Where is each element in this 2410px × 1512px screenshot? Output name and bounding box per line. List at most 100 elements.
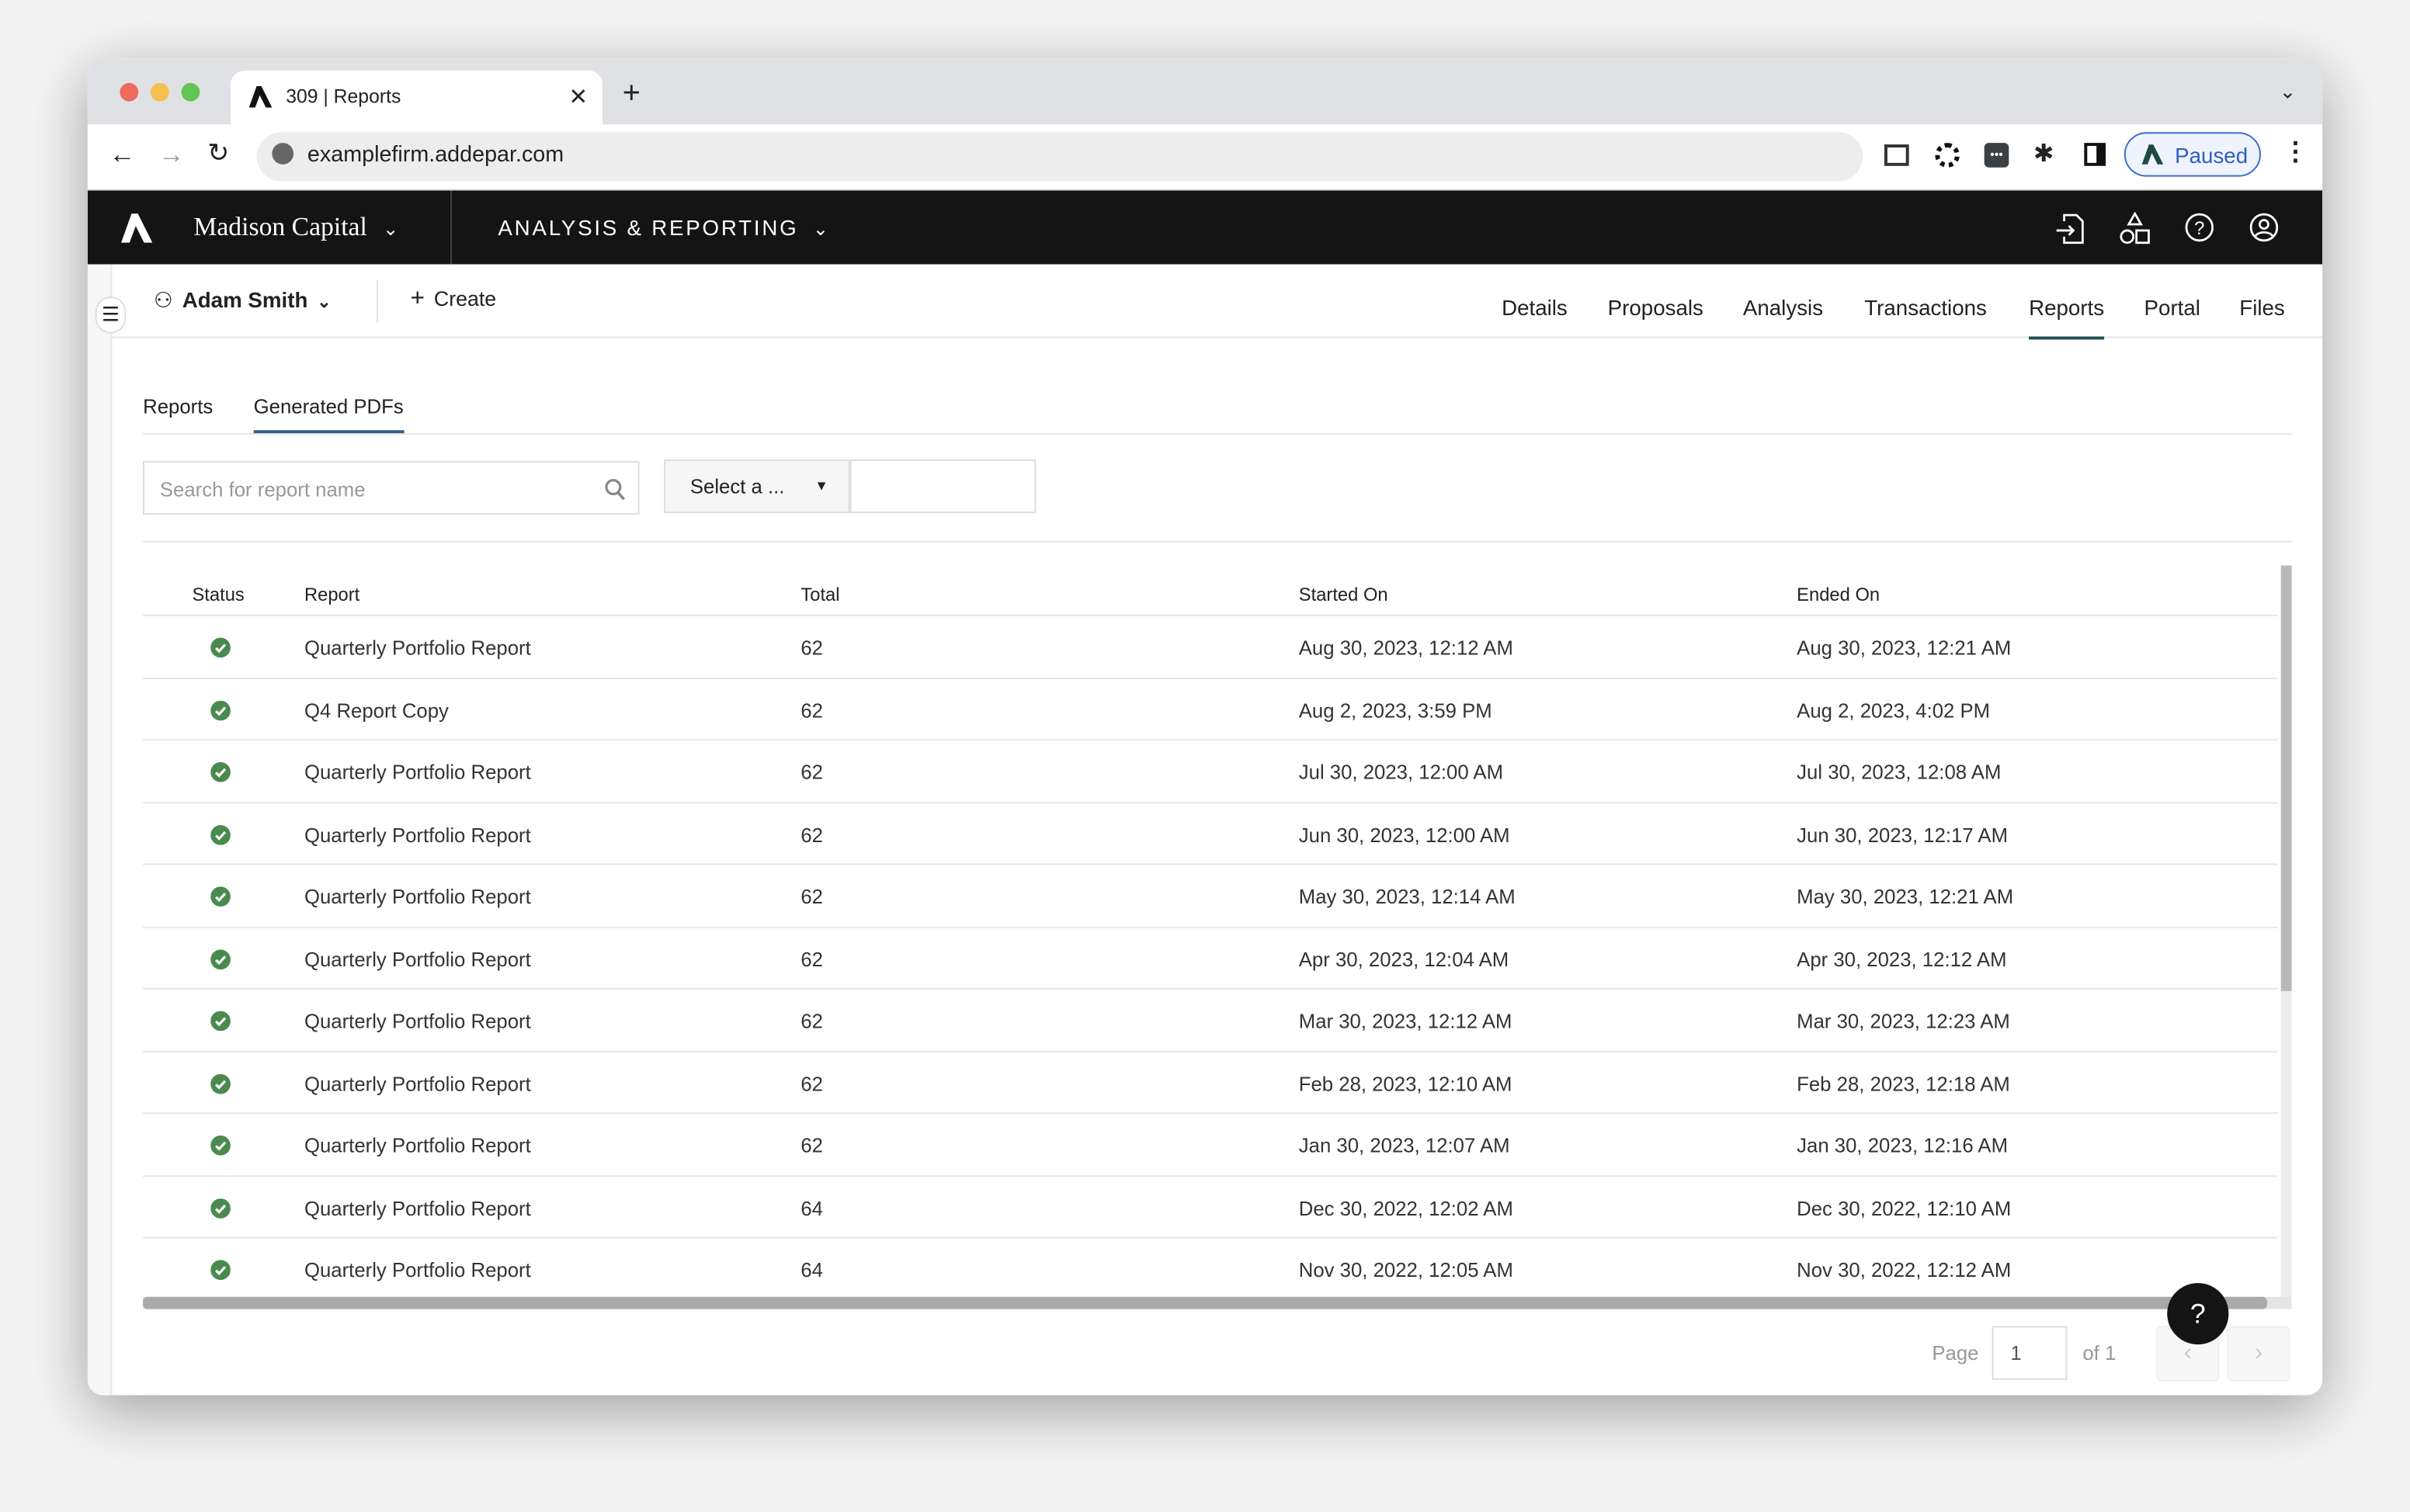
report-name[interactable]: Q4 Report Copy [304,699,449,722]
nav-analysis[interactable]: Analysis [1743,264,1823,338]
report-total: 62 [800,698,824,722]
ended-on: Jan 30, 2023, 12:16 AM [1797,1133,2009,1157]
page-number: 1 [2010,1341,2022,1365]
column-header-report[interactable]: Report [304,584,359,605]
filter-value-input[interactable] [849,459,1037,514]
ended-on: Aug 30, 2023, 12:21 AM [1797,636,2012,660]
report-name[interactable]: Quarterly Portfolio Report [304,1072,531,1095]
success-check-icon [210,1073,231,1094]
chevron-down-icon: ⌄ [383,218,399,240]
table-row[interactable]: Quarterly Portfolio Report 62 Jul 30, 20… [143,740,2278,803]
entity-subheader: ⚇ Adam Smith ⌄ + Create Details Proposals A… [112,264,2323,340]
password-manager-icon[interactable]: ••• [1984,143,2009,168]
profile-paused-button[interactable]: Paused [2124,132,2261,177]
table-row[interactable]: Quarterly Portfolio Report 64 Dec 30, 20… [143,1176,2278,1239]
back-icon[interactable]: ← [109,140,136,171]
subtab-generated-pdfs[interactable]: Generated PDFs [253,395,404,434]
page-number-input[interactable]: 1 [1992,1326,2068,1380]
new-tab-button[interactable]: + [623,77,641,113]
column-header-started-on[interactable]: Started On [1299,584,1388,605]
report-name[interactable]: Quarterly Portfolio Report [304,947,531,970]
nav-portal[interactable]: Portal [2144,264,2200,338]
site-info-icon[interactable] [272,143,294,165]
reload-icon[interactable]: ↻ [207,138,229,169]
table-row[interactable]: Quarterly Portfolio Report 62 Aug 30, 20… [143,616,2278,678]
screenshot-icon[interactable] [1884,144,1909,166]
table-row[interactable]: Quarterly Portfolio Report 62 Jun 30, 20… [143,803,2278,865]
module-switcher[interactable]: ANALYSIS & REPORTING ⌄ [498,215,830,240]
report-name[interactable]: Quarterly Portfolio Report [304,1258,531,1281]
shapes-icon[interactable] [2120,212,2151,246]
table-row[interactable]: Quarterly Portfolio Report 64 Nov 30, 20… [143,1239,2278,1295]
maximize-window-button[interactable] [181,82,200,102]
report-total: 62 [800,823,824,846]
create-button[interactable]: + Create [411,286,497,314]
forward-icon[interactable]: → [158,140,185,171]
user-account-icon[interactable] [2249,212,2280,243]
report-name[interactable]: Quarterly Portfolio Report [304,885,531,908]
browser-menu-icon[interactable]: ⋮ [2283,137,2309,168]
nav-proposals[interactable]: Proposals [1608,264,1703,338]
extension-sun-icon[interactable] [1935,143,1960,168]
help-chat-button[interactable]: ? [2167,1282,2229,1345]
search-placeholder: Search for report name [159,477,366,501]
next-page-button[interactable]: › [2227,1326,2290,1382]
table-row[interactable]: Quarterly Portfolio Report 62 Apr 30, 20… [143,928,2278,990]
column-header-ended-on[interactable]: Ended On [1797,584,1880,605]
ended-on: Dec 30, 2022, 12:10 AM [1797,1196,2012,1219]
started-on: Dec 30, 2022, 12:02 AM [1298,1196,1513,1219]
create-label: Create [433,287,497,310]
url-text: examplefirm.addepar.com [307,143,564,168]
addepar-logo[interactable] [116,213,156,243]
report-name[interactable]: Quarterly Portfolio Report [304,1196,531,1219]
report-search-input[interactable]: Search for report name [143,460,640,515]
success-check-icon [210,1011,231,1032]
tab-list-chevron-icon[interactable]: ⌄ [2280,80,2297,105]
report-name[interactable]: Quarterly Portfolio Report [304,1134,531,1157]
vertical-scrollbar-thumb[interactable] [2280,565,2292,991]
ended-on: Nov 30, 2022, 12:12 AM [1797,1258,2012,1281]
firm-switcher[interactable]: Madison Capital ⌄ [193,212,398,243]
horizontal-scrollbar-thumb[interactable] [143,1296,2267,1309]
started-on: Jun 30, 2023, 12:00 AM [1298,823,1510,846]
nav-transactions[interactable]: Transactions [1864,264,1987,338]
table-row[interactable]: Q4 Report Copy 62 Aug 2, 2023, 3:59 PM A… [143,678,2278,741]
divider [377,279,378,323]
browser-tab[interactable]: 309 | Reports ✕ [230,71,603,125]
table-row[interactable]: Quarterly Portfolio Report 62 Mar 30, 20… [143,990,2278,1053]
nav-files[interactable]: Files [2239,264,2285,338]
report-name[interactable]: Quarterly Portfolio Report [304,1010,531,1033]
success-check-icon [210,1198,231,1218]
help-icon[interactable]: ? [2184,212,2215,243]
divider [143,540,2292,543]
subtab-reports[interactable]: Reports [143,395,213,418]
side-panel-icon[interactable] [2084,143,2106,166]
close-tab-icon[interactable]: ✕ [568,83,588,111]
import-file-icon[interactable] [2055,212,2086,246]
ended-on: Jul 30, 2023, 12:08 AM [1797,760,2002,784]
column-header-status[interactable]: Status [192,584,244,605]
vertical-scrollbar[interactable] [2280,565,2292,1299]
table-row[interactable]: Quarterly Portfolio Report 62 May 30, 20… [143,865,2278,928]
user-switcher[interactable]: ⚇ Adam Smith ⌄ [154,287,332,314]
profile-label: Paused [2175,143,2249,168]
minimize-window-button[interactable] [151,82,169,102]
extensions-puzzle-icon[interactable]: ✱ [2033,138,2054,169]
page-label: Page [1932,1341,1979,1365]
caret-down-icon: ▼ [814,477,828,494]
close-window-button[interactable] [120,82,139,102]
report-name[interactable]: Quarterly Portfolio Report [304,823,531,846]
filter-select[interactable]: Select a ... ▼ [664,459,850,514]
success-check-icon [210,637,231,658]
report-name[interactable]: Quarterly Portfolio Report [304,636,531,660]
nav-reports[interactable]: Reports [2029,264,2105,340]
horizontal-scrollbar[interactable] [143,1296,2292,1309]
table-row[interactable]: Quarterly Portfolio Report 62 Feb 28, 20… [143,1052,2278,1115]
browser-window: 309 | Reports ✕ + ⌄ ← → ↻ examplefirm.ad… [87,58,2323,1396]
address-bar[interactable]: examplefirm.addepar.com [256,132,1863,182]
report-name[interactable]: Quarterly Portfolio Report [304,761,531,784]
nav-details[interactable]: Details [1502,264,1568,338]
chevron-down-icon: ⌄ [317,293,332,312]
column-header-total[interactable]: Total [800,584,839,605]
table-row[interactable]: Quarterly Portfolio Report 62 Jan 30, 20… [143,1114,2278,1177]
